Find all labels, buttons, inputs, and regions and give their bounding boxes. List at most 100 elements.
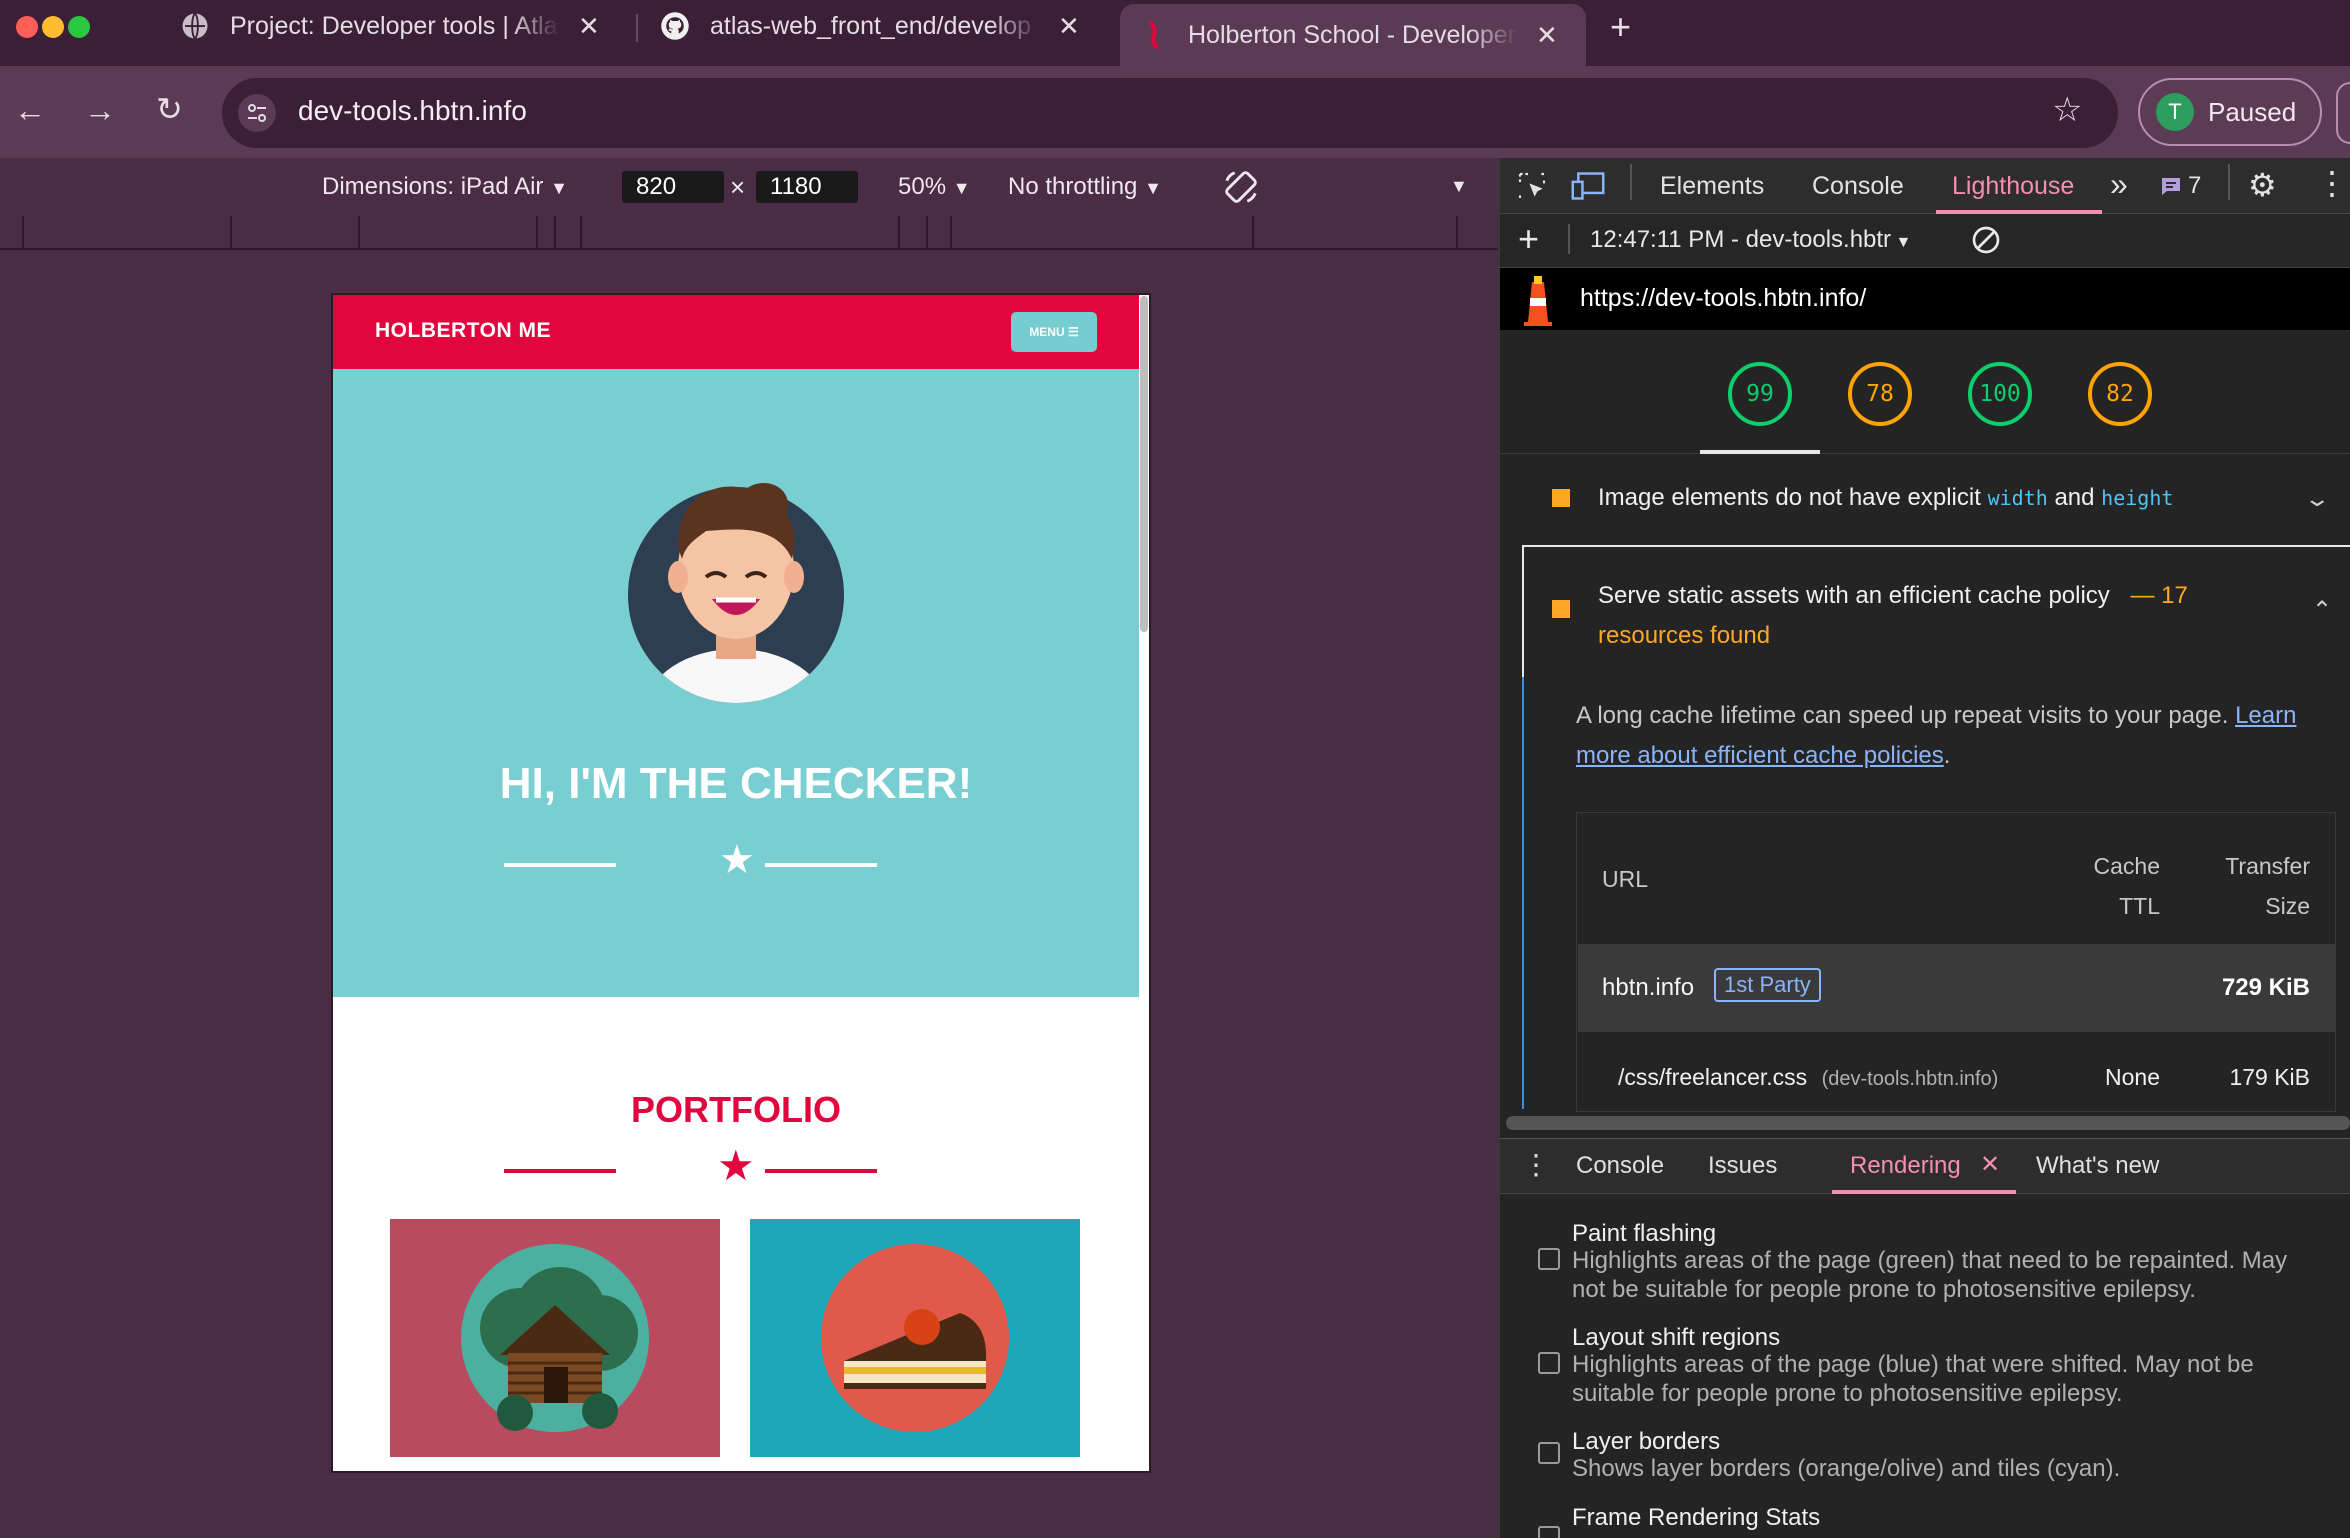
back-icon[interactable]: ← [14,92,46,129]
divider-line [504,1169,616,1173]
ruler-tick [580,216,582,248]
device-scrollbar[interactable] [1140,296,1148,632]
lighthouse-logo-icon [1518,274,1558,331]
option-desc-line: Highlights areas of the page (green) tha… [1572,1247,2288,1274]
browser-tab[interactable]: Project: Developer tools | Atlas ✕ [180,0,600,52]
close-tab-icon[interactable]: ✕ [1536,20,1558,51]
close-tab-icon[interactable]: ✕ [578,11,600,42]
star-icon: ★ [717,1142,755,1189]
clear-reports-icon[interactable] [1970,224,2002,261]
close-icon[interactable]: ✕ [1980,1150,2000,1179]
col-header-text: Size [2265,893,2310,919]
drawer-tab-whats-new[interactable]: What's new [2036,1152,2159,1180]
tab-title: Project: Developer tools | Atlas [230,11,560,40]
ruler-tick [230,216,232,248]
active-gauge-indicator [1700,450,1820,454]
browser-tab-active[interactable]: Holberton School - Developer ✕ [1120,4,1586,66]
report-selector[interactable]: 12:47:11 PM - dev-tools.hbtr ▼ [1590,226,1911,254]
star-icon: ★ [719,838,755,882]
learn-more-link[interactable]: Learn [2235,702,2296,729]
col-header-cache-ttl: Cache TTL [2060,846,2160,926]
avatar-illustration [628,483,844,703]
chevron-down-icon[interactable]: ⌄ [2303,486,2331,512]
dimensions-dropdown[interactable]: Dimensions: iPad Air ▼ [322,173,568,201]
new-report-icon[interactable]: + [1518,218,1539,260]
option-description: Highlights areas of the page (blue) that… [1572,1350,2342,1408]
width-input[interactable]: 820 [622,171,724,203]
browser-tab[interactable]: atlas-web_front_end/develop ✕ [660,0,1080,52]
ruler-tick [898,216,900,248]
overflow-button[interactable] [2336,82,2350,144]
site-navbar: HOLBERTON ME MENU ☰ [333,295,1139,369]
ruler-tick [1456,216,1458,248]
profile-button[interactable]: T Paused [2138,78,2322,146]
ruler-tick [22,216,24,248]
site-info-icon[interactable] [238,94,276,132]
score-gauge-seo[interactable]: 82 [2088,362,2152,426]
device-toolbar-menu-icon[interactable]: ▼ [1450,176,1468,197]
rotate-icon[interactable] [1222,168,1260,211]
col-header-text: TTL [2119,893,2160,919]
close-window-button[interactable] [16,16,38,38]
more-tabs-icon[interactable]: » [2110,166,2128,203]
minimize-window-button[interactable] [42,16,64,38]
drawer-tab-issues[interactable]: Issues [1708,1152,1777,1180]
score-gauge-accessibility[interactable]: 78 [1848,362,1912,426]
throttling-label: No throttling [1008,173,1138,200]
portfolio-item-cake[interactable] [750,1219,1080,1457]
option-title: Layout shift regions [1572,1324,1781,1351]
option-description: Highlights areas of the page (green) tha… [1572,1246,2342,1304]
option-title: Paint flashing [1572,1220,1717,1247]
new-tab-icon[interactable]: + [1610,6,1631,48]
tab-lighthouse[interactable]: Lighthouse [1952,172,2074,201]
layer-borders-checkbox[interactable] [1538,1442,1560,1464]
globe-icon [182,12,208,40]
reload-icon[interactable]: ↻ [156,90,183,128]
close-tab-icon[interactable]: ✕ [1058,11,1080,42]
drawer-menu-icon[interactable]: ⋮ [1522,1148,1550,1181]
zoom-window-button[interactable] [68,16,90,38]
chevron-up-icon[interactable]: ⌃ [2312,596,2332,625]
divider-line [765,863,877,867]
option-desc-line: not be suitable for people prone to phot… [1572,1276,2196,1303]
audit-title: Image elements do not have explicit widt… [1598,484,2173,512]
issues-count: 7 [2188,172,2202,199]
layout-shift-checkbox[interactable] [1538,1352,1560,1374]
audit-code: height [2101,486,2174,510]
row-url: /css/freelancer.css (dev-tools.hbtn.info… [1618,1064,1998,1091]
horizontal-scrollbar[interactable] [1506,1116,2350,1130]
device-toolbar-toggle-icon[interactable] [1570,170,1606,207]
menu-button[interactable]: MENU ☰ [1011,312,1097,352]
score-gauge-best-practices[interactable]: 100 [1968,362,2032,426]
tab-console[interactable]: Console [1812,172,1904,201]
drawer-tab-rendering[interactable]: Rendering [1850,1152,1961,1180]
issues-counter[interactable]: 7 [2160,172,2201,200]
ruler-tick [358,216,360,248]
drawer-tab-console[interactable]: Console [1576,1152,1664,1180]
paint-flashing-checkbox[interactable] [1538,1248,1560,1270]
forward-icon[interactable]: → [84,92,116,129]
score-gauge-performance[interactable]: 99 [1728,362,1792,426]
chevron-down-icon: ▼ [1891,234,1912,251]
portfolio-item-cabin[interactable] [390,1219,720,1457]
tab-divider [636,14,638,42]
address-text[interactable]: dev-tools.hbtn.info [298,95,527,127]
throttling-dropdown[interactable]: No throttling ▼ [1008,173,1162,201]
frame-stats-checkbox[interactable] [1538,1526,1560,1538]
site-brand[interactable]: HOLBERTON ME [375,319,551,343]
settings-gear-icon[interactable]: ⚙ [2248,166,2277,204]
row-ttl: None [2105,1064,2160,1090]
device-toolbar [0,158,1498,214]
tab-elements[interactable]: Elements [1660,172,1764,201]
height-input[interactable]: 1180 [756,171,858,203]
first-party-badge: 1st Party [1714,968,1821,1002]
inspect-element-icon[interactable] [1516,170,1548,207]
learn-more-link[interactable]: more about efficient cache policies [1576,742,1944,769]
bookmark-star-icon[interactable]: ☆ [2052,90,2082,130]
zoom-dropdown[interactable]: 50% ▼ [898,173,971,201]
avatar: T [2156,93,2194,131]
kebab-menu-icon[interactable]: ⋮ [2316,164,2348,202]
report-url[interactable]: https://dev-tools.hbtn.info/ [1580,284,1866,313]
tab-title: Holberton School - Developer [1188,20,1516,49]
portfolio-title: PORTFOLIO [631,1089,841,1130]
